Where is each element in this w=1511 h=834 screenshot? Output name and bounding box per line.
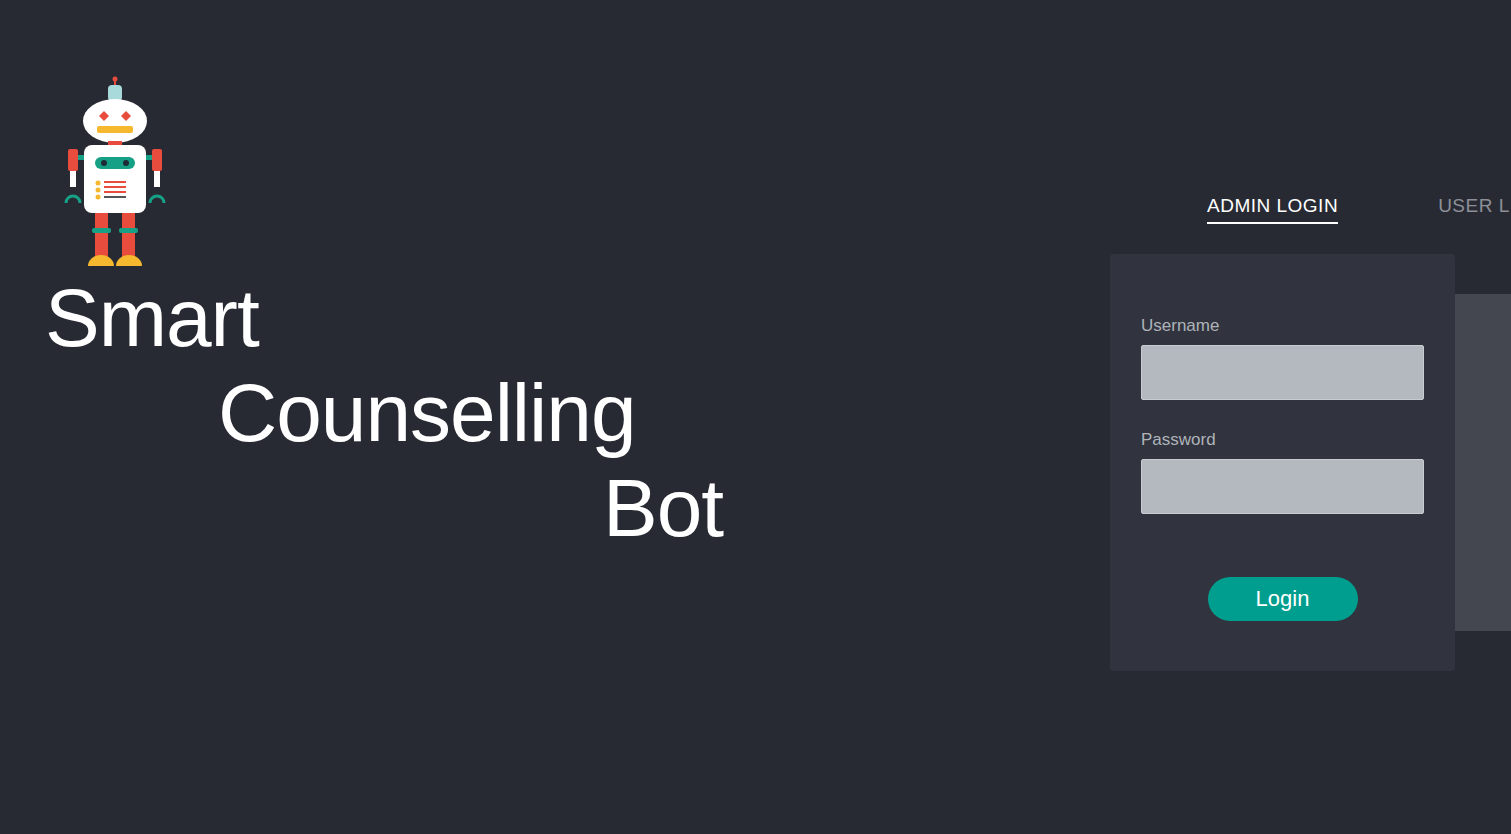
text-field[interactable]: [1141, 345, 1424, 400]
brand: SmartCounsellingBot: [0, 0, 760, 834]
login-stage: Username Password Login: [1110, 254, 1511, 671]
brand-title-line: Bot: [45, 460, 760, 555]
login-area: ADMIN LOGIN USER L Username Password Login: [1110, 0, 1511, 834]
robot-logo-icon: [60, 75, 175, 270]
field-label: Password: [1141, 430, 1424, 450]
login-tab[interactable]: ADMIN LOGIN: [1207, 195, 1338, 224]
login-tabs: ADMIN LOGIN USER L: [1110, 0, 1511, 224]
field-label: Username: [1141, 316, 1424, 336]
login-page: SmartCounsellingBot ADMIN LOGIN USER L User…: [0, 0, 1511, 834]
brand-title-line: Smart: [45, 270, 760, 365]
login-card: Username Password Login: [1110, 254, 1455, 671]
side-panel: [1455, 294, 1511, 631]
login-button[interactable]: Login: [1208, 577, 1358, 621]
text-field[interactable]: [1141, 459, 1424, 514]
login-tab[interactable]: USER L: [1438, 195, 1510, 224]
brand-title-line: Counselling: [45, 365, 760, 460]
